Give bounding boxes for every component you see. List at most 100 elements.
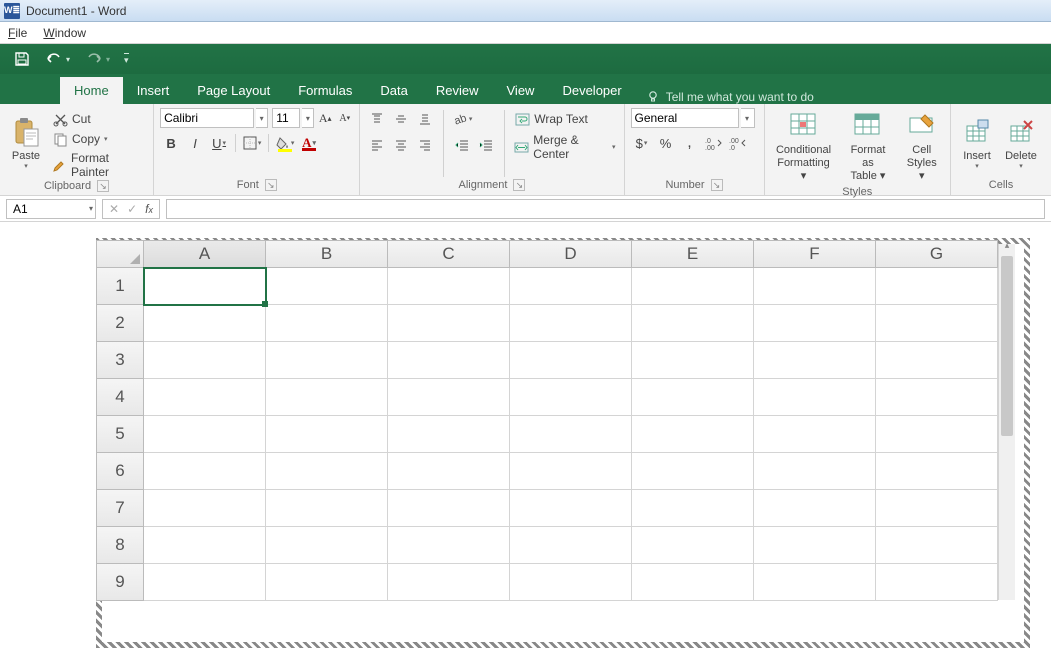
underline-button[interactable]: U▾ — [208, 132, 230, 154]
cell-D2[interactable] — [510, 305, 632, 342]
wrap-text-button[interactable]: Wrap Text — [512, 110, 617, 128]
align-center-button[interactable] — [390, 134, 412, 156]
number-format-dropdown[interactable]: ▾ — [741, 108, 755, 128]
cell-G8[interactable] — [876, 527, 998, 564]
cell-F9[interactable] — [754, 564, 876, 601]
undo-button[interactable]: ▾ — [40, 50, 74, 68]
cell-E1[interactable] — [632, 268, 754, 305]
cancel-formula-button[interactable]: ✕ — [109, 202, 119, 216]
cell-B6[interactable] — [266, 453, 388, 490]
tell-me-search[interactable]: Tell me what you want to do — [646, 90, 814, 104]
cell-B4[interactable] — [266, 379, 388, 416]
number-format-combo[interactable] — [631, 108, 739, 128]
increase-indent-button[interactable] — [475, 134, 497, 156]
tab-page-layout[interactable]: Page Layout — [183, 77, 284, 104]
tab-view[interactable]: View — [493, 77, 549, 104]
tab-review[interactable]: Review — [422, 77, 493, 104]
cell-F2[interactable] — [754, 305, 876, 342]
delete-cells-button[interactable]: Delete ▾ — [1001, 108, 1041, 179]
cell-G9[interactable] — [876, 564, 998, 601]
comma-style-button[interactable]: , — [679, 132, 701, 154]
cell-A8[interactable] — [144, 527, 266, 564]
cell-D4[interactable] — [510, 379, 632, 416]
cell-A3[interactable] — [144, 342, 266, 379]
cell-D5[interactable] — [510, 416, 632, 453]
percent-button[interactable]: % — [655, 132, 677, 154]
row-header-3[interactable]: 3 — [96, 342, 144, 379]
tab-insert[interactable]: Insert — [123, 77, 184, 104]
cell-E3[interactable] — [632, 342, 754, 379]
number-launcher[interactable]: ↘ — [711, 179, 723, 191]
row-header-6[interactable]: 6 — [96, 453, 144, 490]
merge-center-button[interactable]: Merge & Center ▾ — [512, 132, 617, 162]
font-launcher[interactable]: ↘ — [265, 179, 277, 191]
cell-B5[interactable] — [266, 416, 388, 453]
borders-button[interactable]: ▾ — [241, 132, 263, 154]
tab-home[interactable]: Home — [60, 77, 123, 104]
cell-E2[interactable] — [632, 305, 754, 342]
cell-C1[interactable] — [388, 268, 510, 305]
col-header-g[interactable]: G — [876, 240, 998, 268]
cell-A1[interactable] — [144, 268, 266, 305]
menu-window[interactable]: Window — [43, 26, 86, 40]
align-right-button[interactable] — [414, 134, 436, 156]
insert-function-button[interactable]: fx — [145, 202, 153, 216]
cell-C5[interactable] — [388, 416, 510, 453]
align-top-button[interactable] — [366, 108, 388, 130]
cell-D6[interactable] — [510, 453, 632, 490]
cell-E6[interactable] — [632, 453, 754, 490]
cell-A5[interactable] — [144, 416, 266, 453]
redo-button[interactable]: ▾ — [80, 50, 114, 68]
name-box[interactable]: A1 ▾ — [6, 199, 96, 219]
cell-D1[interactable] — [510, 268, 632, 305]
cell-E4[interactable] — [632, 379, 754, 416]
col-header-a[interactable]: A — [144, 240, 266, 268]
cell-B8[interactable] — [266, 527, 388, 564]
paste-button[interactable]: Paste ▾ — [6, 108, 46, 180]
cell-E5[interactable] — [632, 416, 754, 453]
fill-color-button[interactable]: ▾ — [274, 132, 296, 154]
cell-D8[interactable] — [510, 527, 632, 564]
italic-button[interactable]: I — [184, 132, 206, 154]
cell-F1[interactable] — [754, 268, 876, 305]
cut-button[interactable]: Cut — [50, 110, 147, 128]
cell-B9[interactable] — [266, 564, 388, 601]
save-button[interactable] — [10, 49, 34, 69]
cell-B3[interactable] — [266, 342, 388, 379]
bold-button[interactable]: B — [160, 132, 182, 154]
cell-D3[interactable] — [510, 342, 632, 379]
row-header-8[interactable]: 8 — [96, 527, 144, 564]
row-header-4[interactable]: 4 — [96, 379, 144, 416]
cell-C8[interactable] — [388, 527, 510, 564]
cell-F7[interactable] — [754, 490, 876, 527]
enter-formula-button[interactable]: ✓ — [127, 202, 137, 216]
cell-G2[interactable] — [876, 305, 998, 342]
cell-B1[interactable] — [266, 268, 388, 305]
tab-formulas[interactable]: Formulas — [284, 77, 366, 104]
cell-C6[interactable] — [388, 453, 510, 490]
cell-A4[interactable] — [144, 379, 266, 416]
font-size-combo[interactable] — [272, 108, 300, 128]
cell-F4[interactable] — [754, 379, 876, 416]
qat-customize[interactable]: ▾ — [120, 51, 133, 68]
row-header-7[interactable]: 7 — [96, 490, 144, 527]
row-header-2[interactable]: 2 — [96, 305, 144, 342]
decrease-indent-button[interactable] — [451, 134, 473, 156]
formula-input[interactable] — [166, 199, 1045, 219]
tab-data[interactable]: Data — [366, 77, 421, 104]
cell-E8[interactable] — [632, 527, 754, 564]
orientation-button[interactable]: ab▾ — [451, 108, 473, 130]
font-size-dropdown[interactable]: ▾ — [302, 108, 314, 128]
cell-A7[interactable] — [144, 490, 266, 527]
alignment-launcher[interactable]: ↘ — [513, 179, 525, 191]
cell-A2[interactable] — [144, 305, 266, 342]
cell-A6[interactable] — [144, 453, 266, 490]
cell-C3[interactable] — [388, 342, 510, 379]
cell-E7[interactable] — [632, 490, 754, 527]
cell-C7[interactable] — [388, 490, 510, 527]
cell-C2[interactable] — [388, 305, 510, 342]
cell-G6[interactable] — [876, 453, 998, 490]
insert-cells-button[interactable]: Insert ▾ — [957, 108, 997, 179]
cell-C9[interactable] — [388, 564, 510, 601]
cell-F6[interactable] — [754, 453, 876, 490]
